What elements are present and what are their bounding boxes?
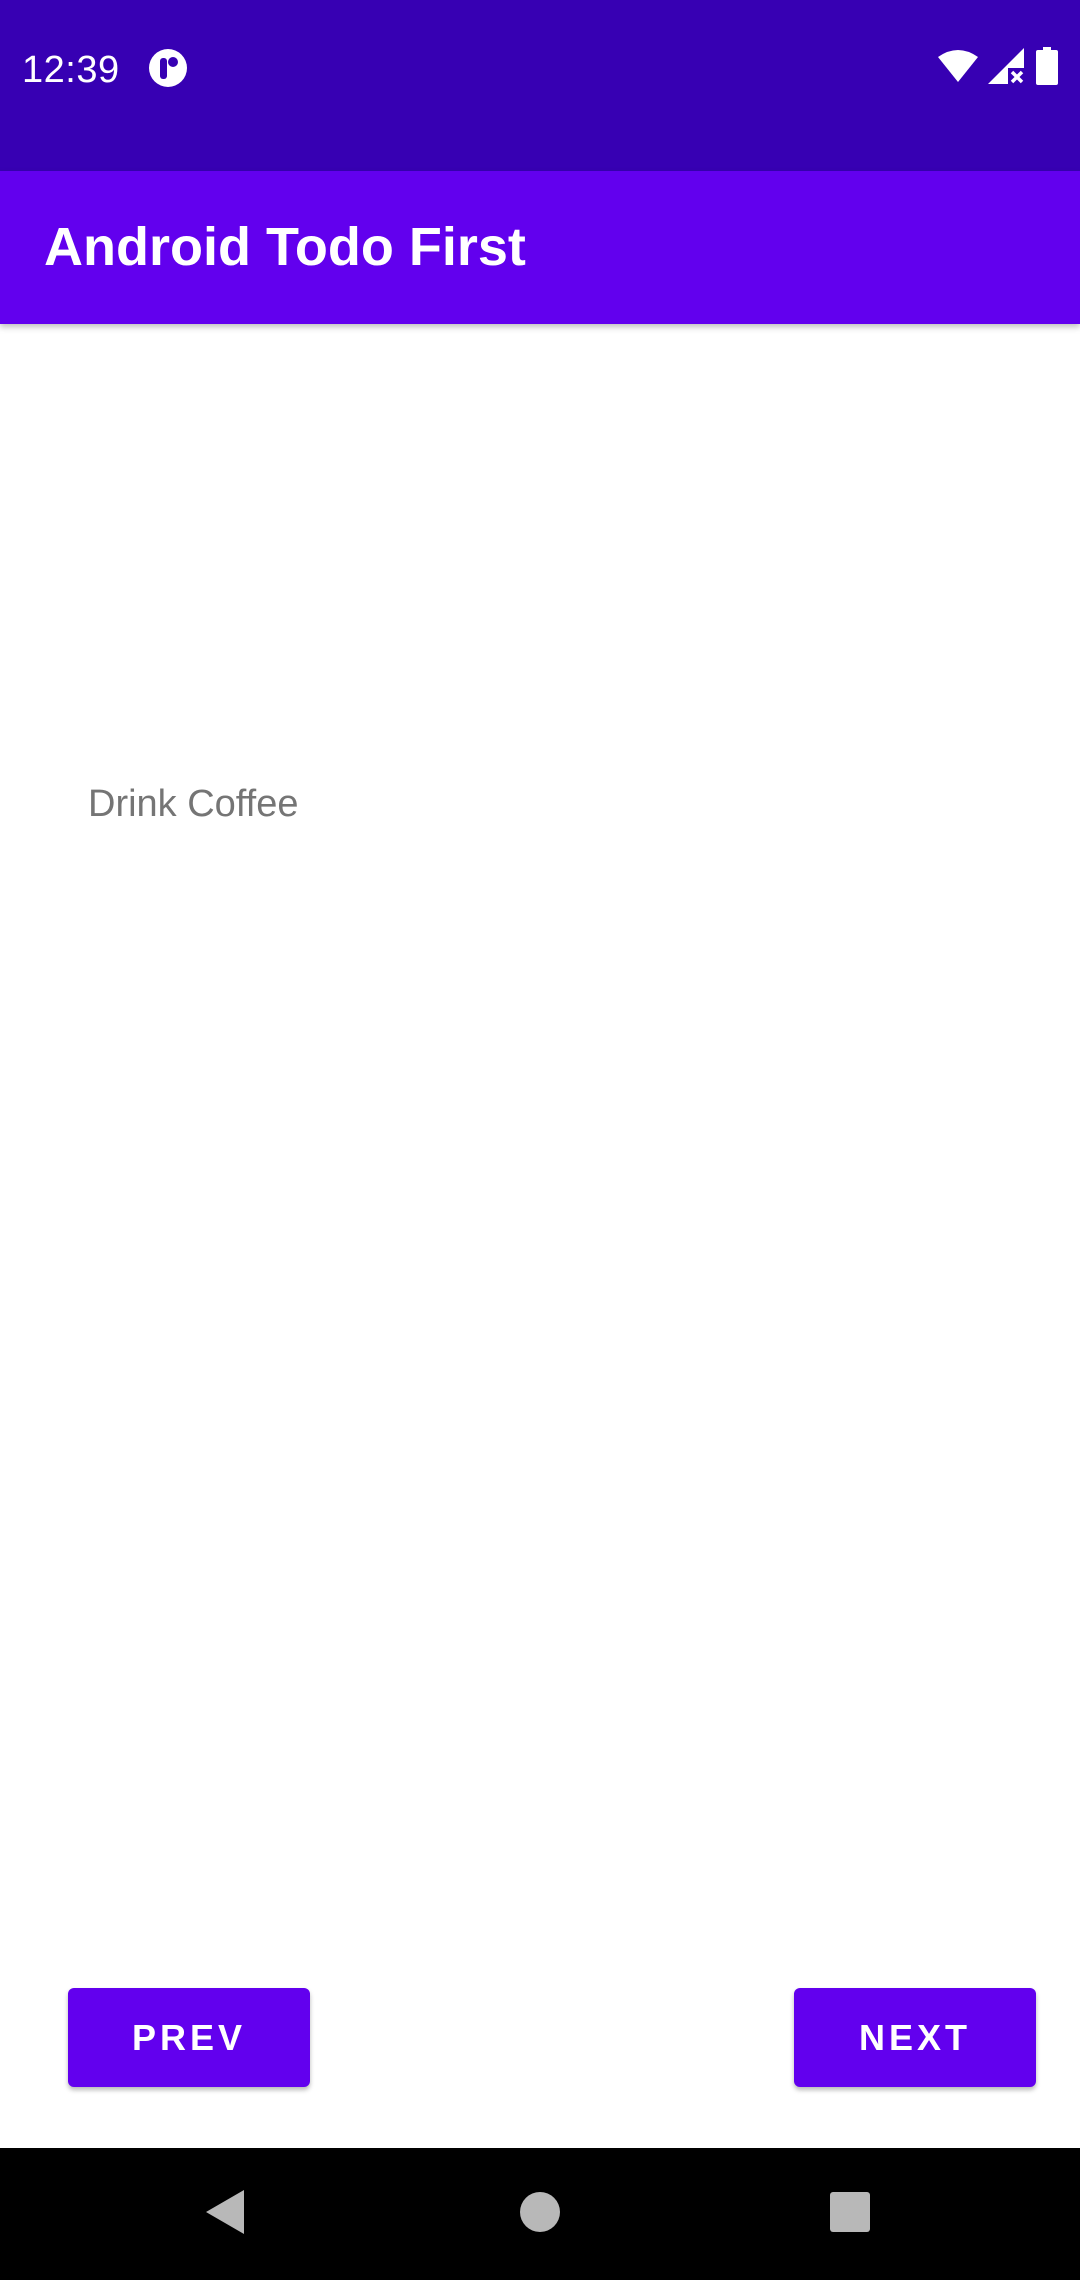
status-icons (938, 46, 1058, 90)
recents-button[interactable] (784, 2148, 916, 2280)
screen: 12:39 Android Todo First Drink Coffee PR… (0, 0, 1080, 2280)
battery-icon (1036, 46, 1058, 90)
app-bar: Android Todo First (0, 171, 1080, 324)
home-circle-icon (519, 2191, 561, 2238)
recents-square-icon (829, 2191, 871, 2238)
back-button[interactable] (160, 2148, 292, 2280)
status-bar: 12:39 (0, 0, 1080, 171)
back-triangle-icon (204, 2188, 248, 2241)
todo-text: Drink Coffee (88, 783, 299, 825)
status-time: 12:39 (22, 49, 120, 91)
app-title: Android Todo First (44, 217, 526, 277)
home-button[interactable] (474, 2148, 606, 2280)
next-button[interactable]: NEXT (794, 1988, 1036, 2087)
navigation-bar (0, 2148, 1080, 2280)
cell-signal-no-service-icon (988, 47, 1026, 89)
prev-button[interactable]: PREV (68, 1988, 310, 2087)
wifi-icon (938, 49, 978, 88)
notification-app-icon (148, 48, 188, 88)
